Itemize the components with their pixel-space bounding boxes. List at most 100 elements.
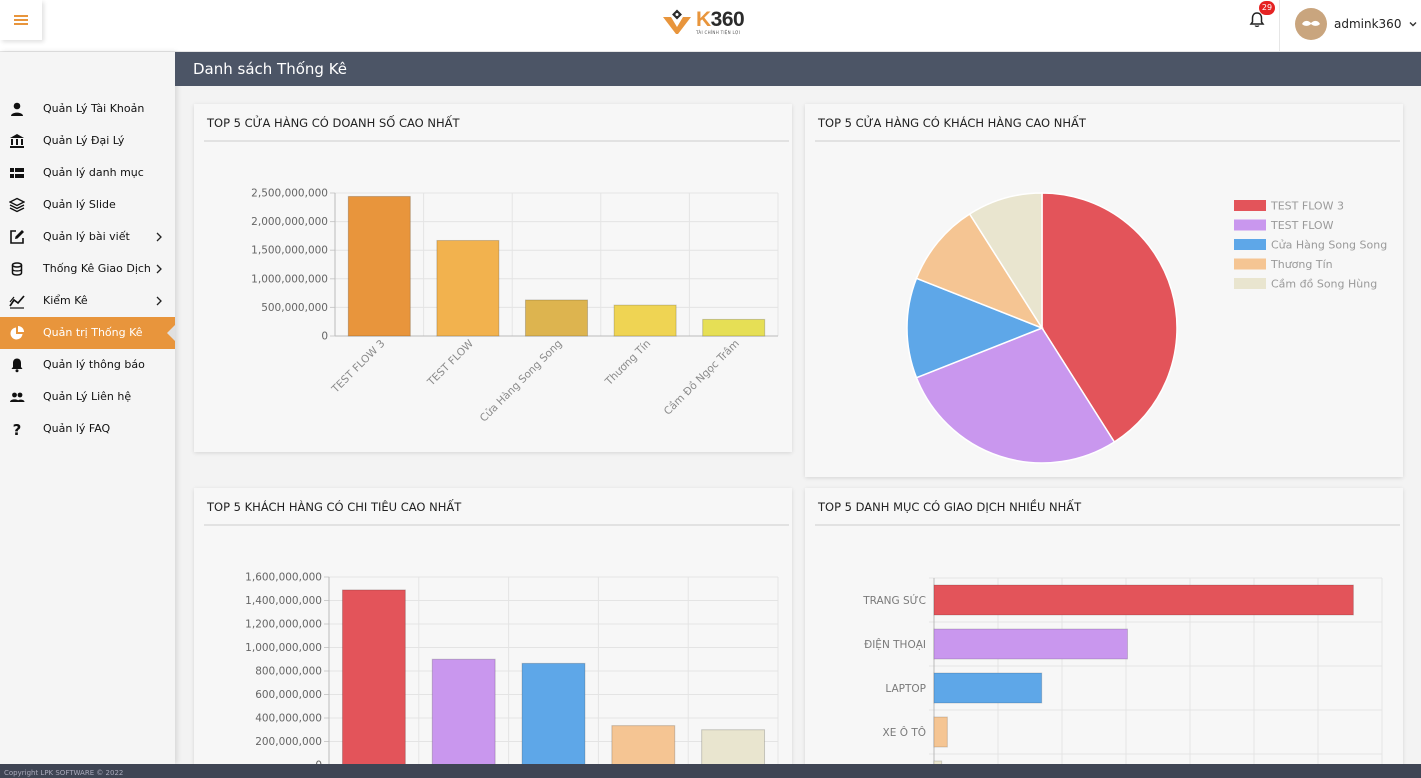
y-tick-label: 1,600,000,000: [245, 572, 322, 584]
y-tick-label: 600,000,000: [255, 689, 322, 701]
header-divider: [1279, 0, 1280, 52]
notification-badge: 29: [1259, 1, 1275, 15]
card-top-stores-revenue: TOP 5 CỬA HÀNG CÓ DOANH SỐ CAO NHẤT 0 500…: [194, 104, 792, 452]
y-tick-label: 500,000,000: [261, 302, 328, 314]
logo-number: 360: [710, 8, 745, 31]
y-tick-label: 400,000,000: [255, 713, 322, 725]
page-title: Danh sách Thống Kê: [193, 60, 348, 78]
username-label: admink360: [1334, 17, 1402, 31]
copyright-text: Copyright LPK SOFTWARE © 2022: [4, 769, 124, 777]
y-tick-label: ĐIỆN THOẠI: [864, 638, 926, 651]
sidebar-item-transaction-stats[interactable]: Thống Kê Giao Dịch: [0, 253, 175, 285]
bell-icon: [11, 358, 23, 373]
sidebar-item-contacts[interactable]: Quản Lý Liên hệ: [0, 381, 175, 413]
chart-line-icon: [9, 295, 25, 309]
sidebar-item-label: Quản trị Thống Kê: [43, 326, 143, 339]
bar: [933, 584, 1354, 616]
bar: [436, 239, 500, 337]
grid-icon: [10, 168, 24, 178]
revenue-bar-chart: 0 500,000,000 1,000,000,000 1,500,000,000 2,…: [251, 188, 779, 425]
y-tick-label: 1,000,000,000: [245, 642, 322, 654]
bar: [701, 729, 766, 766]
app-logo[interactable]: K360 TÀI CHÍNH TIỆN LỢI: [662, 7, 745, 37]
legend-swatch: [1234, 239, 1266, 250]
x-tick-label: Cửa Hàng Song Song: [478, 338, 565, 425]
sidebar-item-accounts[interactable]: Quản Lý Tài Khoản: [0, 93, 175, 125]
x-tick-label: TEST FLOW: [425, 337, 477, 389]
sidebar-item-label: Quản lý Slide: [43, 198, 116, 211]
bar: [347, 195, 411, 337]
sidebar-item-label: Kiểm Kê: [43, 294, 88, 307]
bar: [524, 299, 589, 337]
edit-icon: [10, 230, 24, 244]
avatar: [1295, 8, 1327, 40]
y-tick-label: TRANG SỨC: [862, 594, 926, 607]
y-tick-label: LAPTOP: [885, 683, 926, 695]
sidebar-item-categories[interactable]: Quản lý danh mục: [0, 157, 175, 189]
user-menu[interactable]: admink360: [1295, 8, 1418, 40]
page-title-bar: Danh sách Thống Kê: [175, 52, 1421, 86]
bar: [341, 589, 406, 766]
bar: [521, 662, 586, 766]
bar: [933, 716, 948, 748]
person-icon: [11, 102, 23, 116]
y-tick-label: XE Ô TÔ: [883, 726, 926, 739]
legend-swatch: [1234, 258, 1266, 270]
sidebar-item-posts[interactable]: Quản lý bài viết: [0, 221, 175, 253]
question-icon: ?: [13, 421, 22, 437]
legend-label: Cửa Hàng Song Song: [1271, 239, 1387, 252]
y-tick-label: 1,200,000,000: [245, 619, 322, 631]
bank-icon: [10, 134, 24, 148]
sidebar-item-label: Quản Lý Tài Khoản: [43, 102, 145, 115]
mustache-icon: [1302, 20, 1320, 26]
y-tick-label: 200,000,000: [255, 736, 322, 748]
bar: [613, 304, 677, 337]
card-top-categories: TOP 5 DANH MỤC CÓ GIAO DỊCH NHIỀU NHẤT T…: [805, 488, 1403, 778]
sidebar-item-inventory[interactable]: Kiểm Kê: [0, 285, 175, 317]
logo-mark-icon: [663, 9, 691, 34]
legend-label: Cầm đồ Song Hùng: [1271, 278, 1377, 291]
hamburger-icon: [14, 15, 28, 25]
logo-tagline: TÀI CHÍNH TIỆN LỢI: [696, 30, 741, 35]
y-tick-label: 2,000,000,000: [251, 216, 328, 228]
chevron-right-icon: [156, 264, 162, 274]
legend-label: Thương Tín: [1270, 258, 1333, 271]
sidebar-item-label: Quản lý thông báo: [43, 358, 145, 371]
svg-text:?: ?: [13, 421, 22, 437]
chevron-right-icon: [156, 232, 162, 242]
sidebar-item-faq[interactable]: ? Quản lý FAQ: [0, 413, 175, 445]
menu-toggle-button[interactable]: [0, 0, 42, 40]
customers-pie-chart: TEST FLOW 3 TEST FLOW Cửa Hàng Song Song Th…: [906, 192, 1387, 464]
sidebar-item-slides[interactable]: Quản lý Slide: [0, 189, 175, 221]
top-header: K360 TÀI CHÍNH TIỆN LỢI 29 admink360: [0, 0, 1421, 52]
y-tick-label: 2,500,000,000: [251, 188, 328, 200]
spending-bar-chart: 0200,000,000400,000,000600,000,000800,00…: [245, 572, 779, 772]
sidebar-item-label: Quản lý bài viết: [43, 230, 130, 243]
bar: [611, 725, 676, 766]
legend-swatch: [1234, 278, 1266, 289]
categories-hbar-chart: TRANG SỨC ĐIỆN THOẠI LAPTOP XE Ô TÔ: [862, 577, 1383, 778]
bar: [702, 318, 766, 337]
logo-k: K: [696, 8, 711, 31]
legend-label: TEST FLOW: [1270, 219, 1334, 232]
sidebar-item-label: Quản lý danh mục: [43, 166, 144, 179]
sidebar-item-stats-admin[interactable]: Quản trị Thống Kê: [0, 317, 175, 349]
x-tick-label: Thương Tín: [602, 338, 653, 389]
sidebar-item-notifications[interactable]: Quản lý thông báo: [0, 349, 175, 381]
y-tick-label: 0: [321, 331, 328, 343]
sidebar: Quản Lý Tài Khoản Quản Lý Đại Lý Quản lý…: [0, 52, 175, 764]
sidebar-item-label: Quản lý FAQ: [43, 422, 111, 435]
people-icon: [10, 392, 25, 402]
bar: [933, 628, 1128, 660]
layers-icon: [9, 197, 25, 213]
bar: [431, 658, 496, 766]
sidebar-item-agents[interactable]: Quản Lý Đại Lý: [0, 125, 175, 157]
x-tick-label: TEST FLOW 3: [329, 338, 387, 396]
sidebar-item-label: Thống Kê Giao Dịch: [43, 262, 151, 275]
legend-label: TEST FLOW 3: [1270, 200, 1344, 213]
sidebar-item-label: Quản Lý Đại Lý: [43, 134, 125, 147]
card-top-customers-spending: TOP 5 KHÁCH HÀNG CÓ CHI TIÊU CAO NHẤT 02…: [194, 488, 792, 778]
y-tick-label: 800,000,000: [255, 666, 322, 678]
y-tick-label: 1,500,000,000: [251, 245, 328, 257]
chevron-right-icon: [156, 296, 162, 306]
